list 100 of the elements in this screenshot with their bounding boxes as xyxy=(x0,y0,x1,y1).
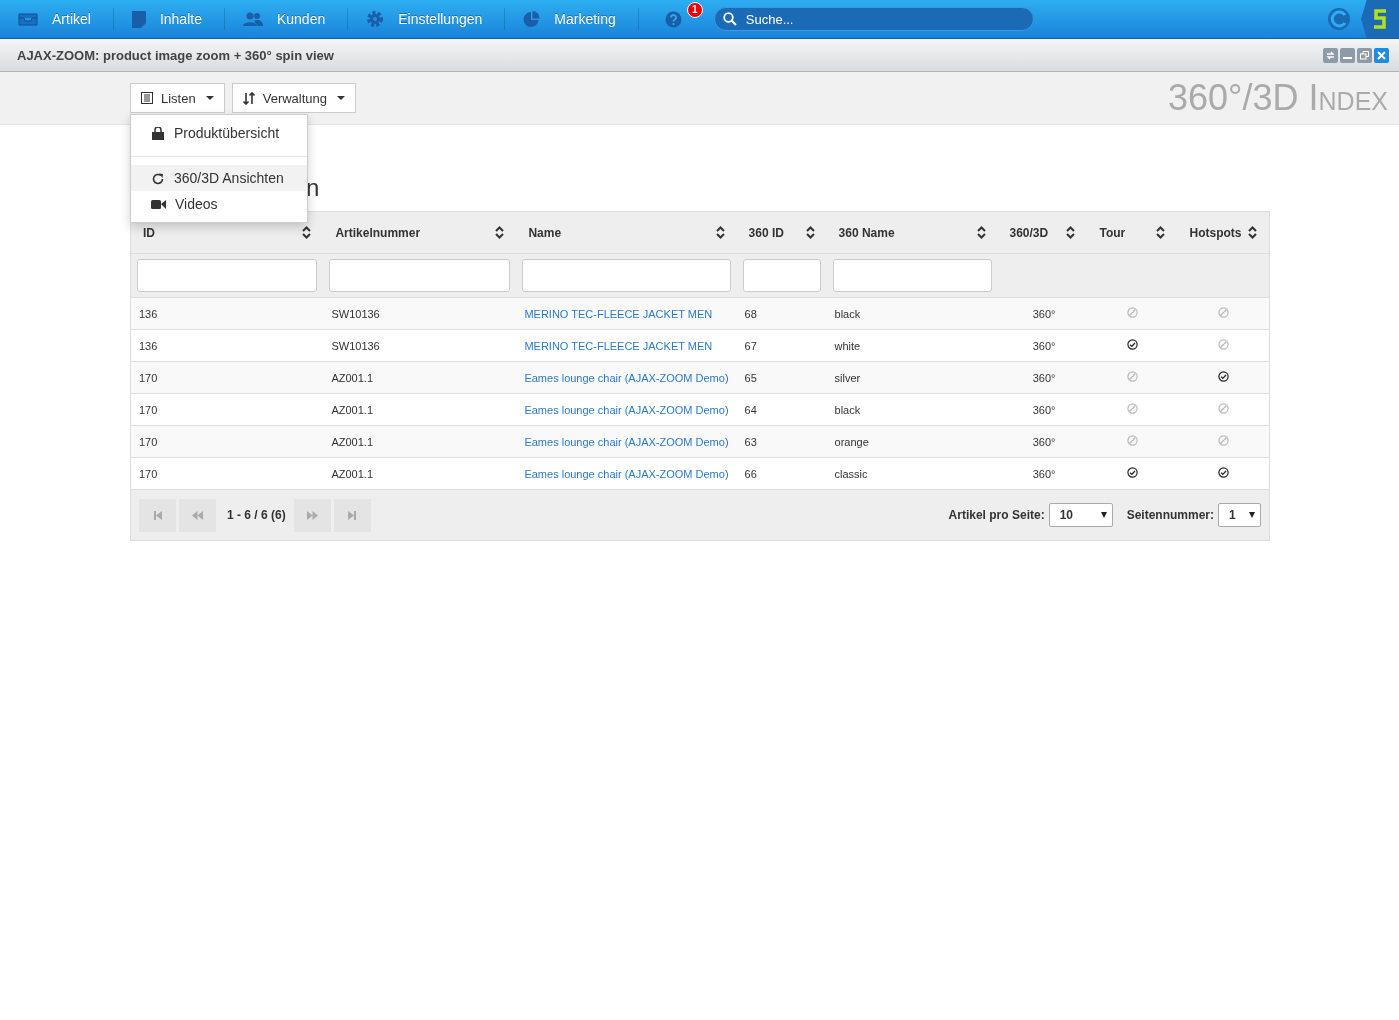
gear-icon xyxy=(366,10,385,28)
spin-name-cell: black xyxy=(834,403,861,416)
caret-icon xyxy=(1249,512,1255,518)
search-icon xyxy=(722,12,737,26)
page-icon xyxy=(131,10,146,28)
spin-name-cell: silver xyxy=(834,371,861,384)
page-range: 1 - 6 / 6 (6) xyxy=(227,508,286,522)
column-header[interactable]: 360/3D xyxy=(1009,225,1049,240)
product-link[interactable]: Eames lounge chair (AJAX-ZOOM Demo) xyxy=(524,467,729,480)
search-field[interactable]: Suche... xyxy=(713,7,1034,31)
logo-icon xyxy=(1372,9,1388,29)
pie-chart-icon xyxy=(523,10,541,28)
first-page-button[interactable] xyxy=(139,498,176,532)
sort-icon[interactable] xyxy=(1248,226,1257,239)
nav-label: Einstellungen xyxy=(398,11,483,27)
nav-label: Inhalte xyxy=(159,11,202,27)
minimize-icon xyxy=(1343,57,1352,59)
next-page-button[interactable] xyxy=(293,498,331,532)
id-cell: 136 xyxy=(139,339,158,352)
dropdown-button[interactable]: Verwaltung xyxy=(231,83,357,113)
fast-forward-icon xyxy=(306,510,318,520)
notification-badge: 1 xyxy=(686,1,703,18)
article-number-cell: AZ001.1 xyxy=(331,371,373,384)
id-cell: 136 xyxy=(139,307,158,320)
sort-icon[interactable] xyxy=(1156,226,1166,239)
previous-page-button[interactable] xyxy=(179,498,216,532)
id-cell: 170 xyxy=(139,467,158,480)
type-cell: 360° xyxy=(1032,371,1056,384)
type-cell: 360° xyxy=(1032,403,1056,416)
section-heading: n xyxy=(306,173,321,203)
product-link[interactable]: Eames lounge chair (AJAX-ZOOM Demo) xyxy=(524,403,729,416)
close-button[interactable] xyxy=(1374,47,1389,63)
help-icon[interactable] xyxy=(664,10,682,28)
list-icon xyxy=(141,92,153,104)
article-number-cell: AZ001.1 xyxy=(331,403,373,416)
dropdown-button[interactable]: Listen xyxy=(130,83,225,113)
sort-icon[interactable] xyxy=(715,226,725,239)
filter-field[interactable] xyxy=(832,259,992,292)
maximize-button[interactable] xyxy=(1357,47,1372,63)
restore-icon xyxy=(1360,50,1369,60)
video-camera-icon xyxy=(151,198,166,210)
sort-icon[interactable] xyxy=(302,226,312,239)
window-title: AJAX-ZOOM: product image zoom + 360° spin view xyxy=(17,47,334,63)
spin-name-cell: orange xyxy=(834,435,869,448)
spin-name-cell: classic xyxy=(834,467,868,480)
spin-id-cell: 64 xyxy=(744,403,757,416)
menu-item[interactable]: 360/3D Ansichten xyxy=(131,165,307,191)
filter-field[interactable] xyxy=(329,259,511,292)
caret-icon xyxy=(1100,512,1107,518)
sort-icon[interactable] xyxy=(495,226,505,239)
refresh-icon xyxy=(151,171,165,185)
column-header[interactable]: Artikelnummer xyxy=(335,225,421,240)
type-cell: 360° xyxy=(1032,467,1056,480)
filter-field[interactable] xyxy=(522,259,731,292)
column-header[interactable]: Hotspots xyxy=(1189,225,1242,240)
nav-label: Marketing xyxy=(554,11,616,27)
column-header[interactable]: 360 Name xyxy=(838,225,895,240)
refresh-icon xyxy=(1326,50,1335,60)
per-page-select[interactable]: 10 xyxy=(1048,503,1113,527)
spin-name-cell: white xyxy=(834,339,861,352)
menu-item[interactable]: Videos xyxy=(131,191,307,217)
users-icon xyxy=(242,12,263,26)
logo-icon xyxy=(1327,7,1351,31)
per-page-label: Artikel pro Seite: xyxy=(948,508,1045,522)
id-cell: 170 xyxy=(139,435,158,448)
id-cell: 170 xyxy=(139,403,158,416)
spin-id-cell: 68 xyxy=(744,307,757,320)
first-page-icon xyxy=(153,510,162,520)
close-icon xyxy=(1377,50,1386,60)
spin-id-cell: 66 xyxy=(744,467,757,480)
type-cell: 360° xyxy=(1032,339,1056,352)
filter-field[interactable] xyxy=(137,259,318,292)
refresh-window-button[interactable] xyxy=(1323,47,1338,63)
page-title: 360°/3D Index xyxy=(1168,77,1388,119)
filter-field[interactable] xyxy=(742,259,821,292)
menu-item[interactable]: Produktübersicht xyxy=(131,120,307,146)
type-cell: 360° xyxy=(1032,435,1056,448)
product-link[interactable]: MERINO TEC-FLEECE JACKET MEN xyxy=(524,339,713,352)
spin-id-cell: 65 xyxy=(744,371,757,384)
minimize-button[interactable] xyxy=(1340,47,1355,63)
sort-icon[interactable] xyxy=(1066,226,1076,239)
column-header[interactable]: ID xyxy=(143,225,155,240)
column-header[interactable]: Tour xyxy=(1099,225,1126,240)
last-page-icon xyxy=(348,510,357,520)
article-number-cell: SW10136 xyxy=(331,339,380,352)
rewind-icon xyxy=(192,510,203,520)
article-number-cell: AZ001.1 xyxy=(331,435,373,448)
spin-name-cell: black xyxy=(834,307,861,320)
page-number-select[interactable]: 1 xyxy=(1218,503,1261,527)
sort-icon[interactable] xyxy=(805,226,815,239)
last-page-button[interactable] xyxy=(333,498,371,532)
spin-id-cell: 63 xyxy=(744,435,757,448)
column-header[interactable]: Name xyxy=(528,225,562,240)
article-number-cell: SW10136 xyxy=(331,307,380,320)
column-header[interactable]: 360 ID xyxy=(748,225,784,240)
spin-id-cell: 67 xyxy=(744,339,757,352)
sort-icon[interactable] xyxy=(976,226,986,239)
id-cell: 170 xyxy=(139,371,158,384)
inbox-icon xyxy=(18,12,38,26)
sort-icon xyxy=(242,91,255,105)
